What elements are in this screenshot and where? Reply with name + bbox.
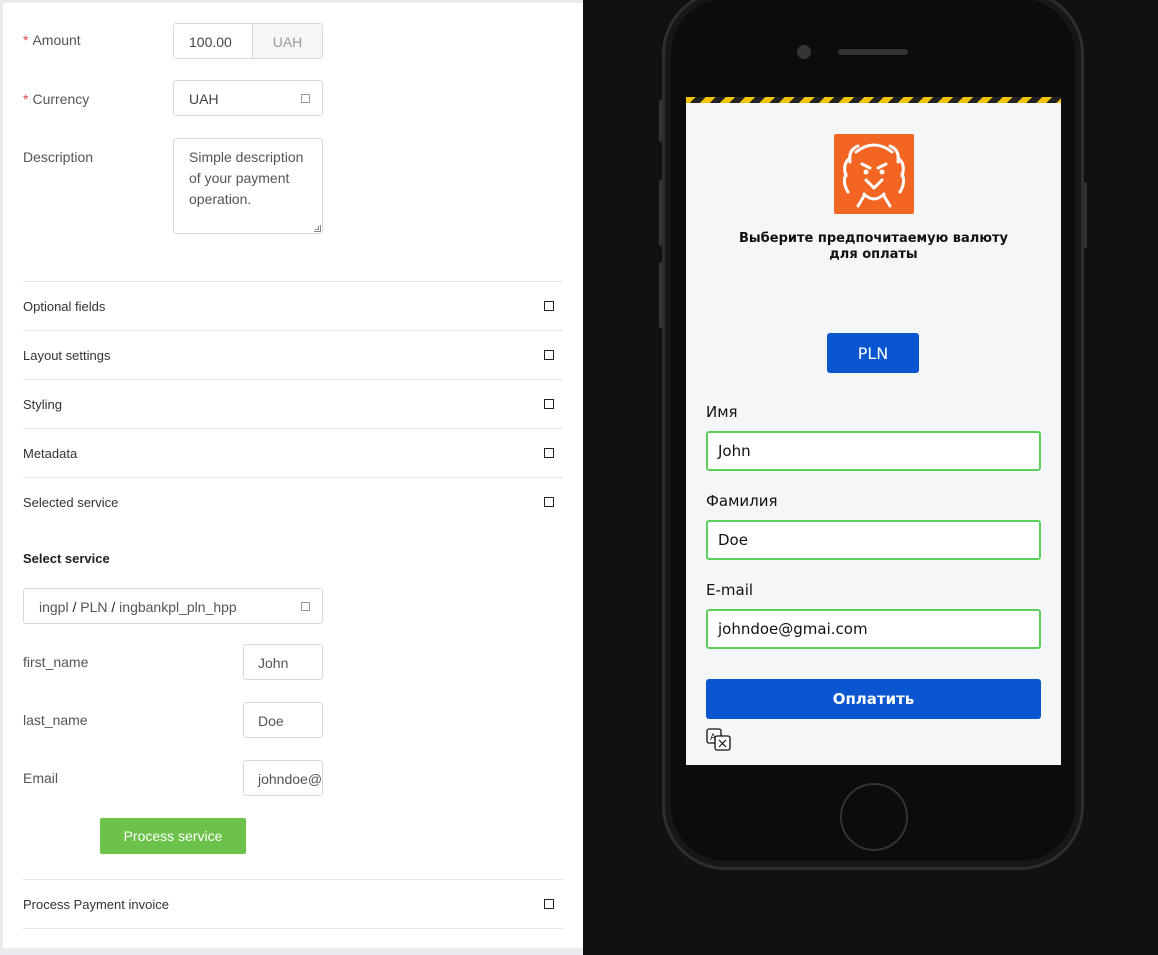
section-layout-settings[interactable]: Layout settings — [23, 330, 563, 379]
last-name-label: last_name — [23, 712, 88, 728]
select-service-heading: Select service — [23, 551, 110, 566]
phone-screen: Выберите предпочитаемую валюту для оплат… — [686, 97, 1061, 765]
path-separator: / — [111, 599, 116, 615]
first-name-label: Имя — [706, 403, 738, 421]
currency-label: * Currency — [23, 91, 90, 107]
section-styling[interactable]: Styling — [23, 379, 563, 428]
first-name-input[interactable]: John — [706, 431, 1041, 471]
service-path-method: ingbankpl_pln_hpp — [119, 599, 237, 615]
service-select[interactable]: ingpl / PLN / ingbankpl_pln_hpp — [23, 588, 323, 624]
section-optional-fields[interactable]: Optional fields — [23, 281, 563, 330]
home-button — [840, 783, 908, 851]
description-label: Description — [23, 149, 94, 165]
process-service-button[interactable]: Process service — [100, 818, 246, 854]
section-metadata[interactable]: Metadata — [23, 428, 563, 477]
email-input[interactable]: johndoe@gmai.com — [706, 609, 1041, 649]
last-name-input[interactable]: Doe — [706, 520, 1041, 560]
currency-pln-button[interactable]: PLN — [827, 333, 919, 373]
dropdown-icon — [301, 602, 310, 611]
email-label: Email — [23, 770, 59, 786]
last-name-input[interactable]: Doe — [243, 702, 323, 738]
section-selected-service[interactable]: Selected service — [23, 477, 563, 526]
speaker-icon — [838, 49, 908, 55]
service-path-currency: PLN — [80, 599, 108, 615]
divider — [23, 928, 563, 929]
description-text: Simple description of your payment opera… — [189, 149, 304, 207]
expand-icon — [544, 301, 554, 311]
expand-icon — [544, 448, 554, 458]
section-title: Styling — [23, 397, 63, 412]
preview-panel: Выберите предпочитаемую валюту для оплат… — [583, 0, 1158, 955]
translate-icon[interactable]: A — [706, 728, 732, 752]
section-title: Selected service — [23, 495, 119, 510]
config-panel: * Amount 100.00 UAH * Currency UAH Descrip… — [3, 3, 583, 948]
currency-select[interactable]: UAH — [173, 80, 323, 116]
first-name-input[interactable]: John — [243, 644, 323, 680]
resize-handle-icon[interactable] — [314, 225, 321, 232]
section-process-payment-invoice[interactable]: Process Payment invoice — [23, 879, 563, 928]
amount-currency-addon: UAH — [252, 23, 323, 59]
expand-icon — [544, 399, 554, 409]
bank-logo-icon — [834, 134, 914, 214]
email-label: E-mail — [706, 581, 754, 599]
expand-icon — [544, 899, 554, 909]
description-textarea[interactable]: Simple description of your payment opera… — [173, 138, 323, 234]
section-title: Layout settings — [23, 348, 111, 363]
first-name-label: first_name — [23, 654, 89, 670]
last-name-label: Фамилия — [706, 492, 778, 510]
camera-icon — [797, 45, 811, 59]
currency-select-value: UAH — [189, 91, 219, 107]
service-path-provider: ingpl — [39, 599, 69, 615]
svg-text:A: A — [710, 733, 717, 743]
dropdown-icon — [301, 94, 310, 103]
amount-input[interactable]: 100.00 — [173, 23, 253, 59]
email-input[interactable]: johndoe@gmai.com — [243, 760, 323, 796]
section-title: Optional fields — [23, 299, 106, 314]
section-title: Metadata — [23, 446, 78, 461]
expand-icon — [544, 497, 554, 507]
expand-icon — [544, 350, 554, 360]
path-separator: / — [72, 599, 77, 615]
currency-prompt: Выберите предпочитаемую валюту для оплат… — [739, 231, 1008, 262]
pay-button[interactable]: Оплатить — [706, 679, 1041, 719]
section-title: Process Payment invoice — [23, 897, 169, 912]
amount-label: * Amount — [23, 32, 81, 48]
test-mode-stripe — [686, 97, 1061, 103]
